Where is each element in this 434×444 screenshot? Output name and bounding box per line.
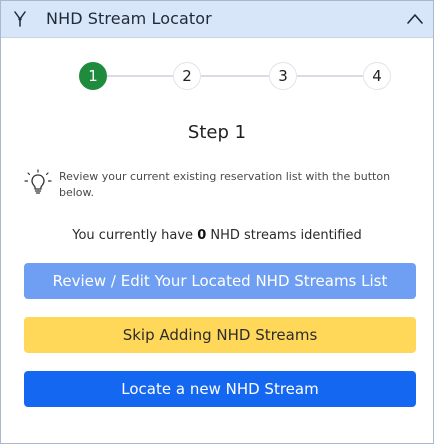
step-title: Step 1 bbox=[187, 122, 247, 143]
review-edit-streams-button[interactable]: Review / Edit Your Located NHD Streams L… bbox=[24, 263, 416, 299]
step-connector bbox=[107, 75, 173, 77]
panel-header: NHD Stream Locator bbox=[1, 1, 433, 38]
fork-icon bbox=[12, 11, 28, 27]
count-suffix: NHD streams identified bbox=[210, 228, 362, 243]
step-3-indicator[interactable]: 3 bbox=[269, 62, 297, 90]
stream-count-value: 0 bbox=[197, 228, 207, 243]
step-connector bbox=[297, 75, 363, 77]
step-hint-text: Review your current existing reservation… bbox=[59, 170, 391, 199]
lightbulb-icon bbox=[24, 169, 52, 197]
chevron-up-icon[interactable] bbox=[405, 9, 425, 29]
nhd-stream-locator-panel: NHD Stream Locator 1 2 3 4 Step 1 Review… bbox=[0, 0, 434, 444]
stream-count-line: You currently have 0 NHD streams identif… bbox=[1, 228, 433, 243]
count-prefix: You currently have bbox=[72, 228, 194, 243]
locate-new-stream-button[interactable]: Locate a new NHD Stream bbox=[24, 371, 416, 407]
step-connector bbox=[201, 75, 269, 77]
step-2-indicator[interactable]: 2 bbox=[173, 62, 201, 90]
skip-adding-streams-button[interactable]: Skip Adding NHD Streams bbox=[24, 317, 416, 353]
step-4-indicator[interactable]: 4 bbox=[363, 62, 391, 90]
stepper: 1 2 3 4 bbox=[79, 62, 391, 90]
step-1-indicator[interactable]: 1 bbox=[79, 62, 107, 90]
panel-title: NHD Stream Locator bbox=[46, 9, 212, 28]
